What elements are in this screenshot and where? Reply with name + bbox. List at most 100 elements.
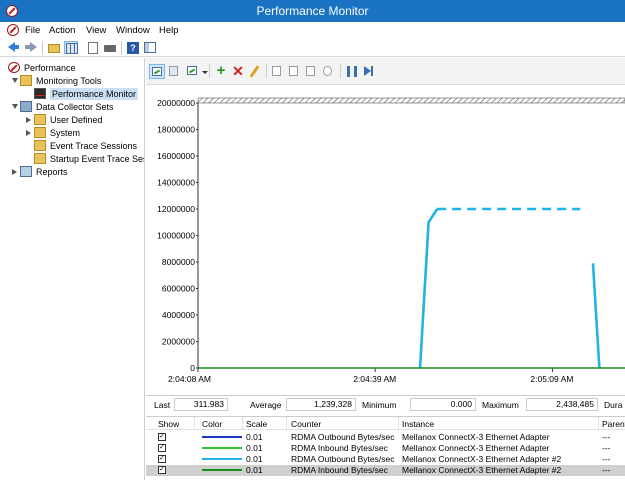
menu-file[interactable]: File bbox=[25, 25, 40, 36]
counter-cell: RDMA Inbound Bytes/sec bbox=[291, 443, 388, 453]
performance-monitor-icon bbox=[34, 88, 46, 99]
show-checkbox[interactable]: ✓ bbox=[158, 444, 166, 452]
legend-row-selected[interactable]: ✓ 0.01 RDMA Inbound Bytes/sec Mellanox C… bbox=[146, 465, 625, 476]
column-divider[interactable] bbox=[286, 417, 287, 430]
performance-monitor-window: Performance Monitor File Action View Win… bbox=[0, 0, 625, 480]
step-forward-icon bbox=[364, 66, 373, 76]
menu-bar: File Action View Window Help bbox=[0, 22, 625, 39]
help-button[interactable]: ? bbox=[126, 41, 140, 54]
title-bar[interactable]: Performance Monitor bbox=[0, 0, 625, 22]
performance-icon bbox=[8, 62, 20, 73]
zoom-icon bbox=[323, 66, 332, 76]
legend-row[interactable]: ✓ 0.01 RDMA Inbound Bytes/sec Mellanox C… bbox=[146, 443, 625, 454]
maximum-value: 2,438,485 bbox=[526, 398, 598, 411]
scale-cell: 0.01 bbox=[246, 465, 263, 475]
menu-view[interactable]: View bbox=[86, 25, 106, 36]
col-instance[interactable]: Instance bbox=[402, 419, 434, 429]
copy-properties-button[interactable] bbox=[270, 64, 286, 79]
delete-counter-button[interactable]: ✕ bbox=[230, 64, 246, 79]
col-parent[interactable]: Parent bbox=[602, 419, 625, 429]
folder-icon bbox=[34, 127, 46, 138]
column-divider[interactable] bbox=[598, 417, 599, 430]
duration-label: Dura bbox=[604, 400, 623, 410]
scale-cell: 0.01 bbox=[246, 454, 263, 464]
color-swatch bbox=[202, 469, 242, 471]
col-scale[interactable]: Scale bbox=[246, 419, 267, 429]
log-data-icon bbox=[169, 66, 178, 76]
legend-header-row: Show Color Scale Counter Instance Parent bbox=[146, 417, 625, 430]
tree-label: Reports bbox=[36, 167, 68, 177]
show-checkbox[interactable]: ✓ bbox=[158, 433, 166, 441]
performance-line-chart[interactable]: 2000000018000000160000001400000012000000… bbox=[146, 86, 625, 396]
menu-action[interactable]: Action bbox=[49, 25, 75, 36]
back-arrow-icon bbox=[8, 42, 19, 52]
forward-button[interactable] bbox=[24, 41, 38, 54]
folder-icon bbox=[34, 114, 46, 125]
counter-cell: RDMA Outbound Bytes/sec bbox=[291, 432, 395, 442]
view-current-activity-button[interactable] bbox=[149, 64, 165, 79]
col-show[interactable]: Show bbox=[158, 419, 179, 429]
y-tick-label: 20000000 bbox=[157, 98, 195, 108]
instance-cell: Mellanox ConnectX-3 Ethernet Adapter #2 bbox=[402, 454, 562, 464]
color-swatch bbox=[202, 436, 242, 438]
export-list-button[interactable] bbox=[86, 41, 100, 54]
paste-counter-list-button[interactable] bbox=[287, 64, 303, 79]
console-tree-icon bbox=[66, 43, 78, 54]
expand-arrow-icon[interactable] bbox=[12, 169, 17, 175]
highlight-button[interactable] bbox=[247, 64, 263, 79]
tree-label: System bbox=[50, 128, 81, 138]
average-label: Average bbox=[250, 400, 282, 410]
collapse-arrow-icon[interactable] bbox=[12, 78, 18, 83]
y-tick-label: 0 bbox=[190, 363, 195, 373]
y-tick-label: 18000000 bbox=[157, 125, 195, 135]
copy-icon bbox=[272, 66, 281, 76]
column-divider[interactable] bbox=[398, 417, 399, 430]
console-tree: Performance Monitoring Tools Performance… bbox=[0, 58, 145, 480]
chart-icon bbox=[152, 67, 162, 76]
update-data-button[interactable] bbox=[361, 64, 377, 79]
parent-cell: --- bbox=[602, 465, 611, 475]
legend-row[interactable]: ✓ 0.01 RDMA Outbound Bytes/sec Mellanox … bbox=[146, 454, 625, 465]
col-color[interactable]: Color bbox=[202, 419, 222, 429]
show-action-pane-button[interactable] bbox=[143, 41, 157, 54]
expand-arrow-icon[interactable] bbox=[26, 130, 31, 136]
last-label: Last bbox=[154, 400, 171, 410]
print-button[interactable] bbox=[103, 41, 117, 54]
view-log-data-button[interactable] bbox=[167, 64, 183, 79]
toolbar-separator bbox=[266, 64, 267, 78]
last-value: 311.983 bbox=[174, 398, 228, 411]
expand-arrow-icon[interactable] bbox=[26, 117, 31, 123]
x-tick-label: 2:05:09 AM bbox=[530, 374, 573, 384]
main-toolbar: ? bbox=[0, 39, 625, 57]
paste-icon bbox=[289, 66, 298, 76]
show-checkbox[interactable]: ✓ bbox=[158, 466, 166, 474]
freeze-display-button[interactable] bbox=[344, 64, 360, 79]
change-graph-type-button[interactable] bbox=[185, 64, 201, 79]
back-button[interactable] bbox=[7, 41, 21, 54]
zoom-button[interactable] bbox=[321, 64, 337, 79]
column-divider[interactable] bbox=[242, 417, 243, 430]
show-checkbox[interactable]: ✓ bbox=[158, 455, 166, 463]
legend-row[interactable]: ✓ 0.01 RDMA Outbound Bytes/sec Mellanox … bbox=[146, 432, 625, 443]
up-folder-button[interactable] bbox=[47, 41, 61, 54]
system-menu-icon[interactable] bbox=[7, 24, 19, 36]
column-divider[interactable] bbox=[194, 417, 195, 430]
collapse-arrow-icon[interactable] bbox=[12, 104, 18, 109]
y-tick-label: 14000000 bbox=[157, 178, 195, 188]
menu-window[interactable]: Window bbox=[116, 25, 150, 36]
properties-icon bbox=[306, 66, 315, 76]
tree-label: Data Collector Sets bbox=[36, 102, 114, 112]
highlight-pen-icon bbox=[249, 65, 260, 78]
show-hide-tree-button[interactable] bbox=[64, 41, 78, 54]
add-counter-button[interactable]: + bbox=[213, 63, 229, 79]
menu-help[interactable]: Help bbox=[159, 25, 179, 36]
graph-type-dropdown-icon[interactable] bbox=[202, 71, 208, 74]
properties-button[interactable] bbox=[304, 64, 320, 79]
y-tick-label: 4000000 bbox=[162, 310, 195, 320]
folder-up-icon bbox=[48, 44, 60, 53]
x-tick-label: 2:04:39 AM bbox=[353, 374, 396, 384]
help-icon: ? bbox=[127, 42, 139, 54]
chart-time-hatch bbox=[197, 97, 625, 104]
y-tick-label: 10000000 bbox=[157, 231, 195, 241]
col-counter[interactable]: Counter bbox=[291, 419, 321, 429]
